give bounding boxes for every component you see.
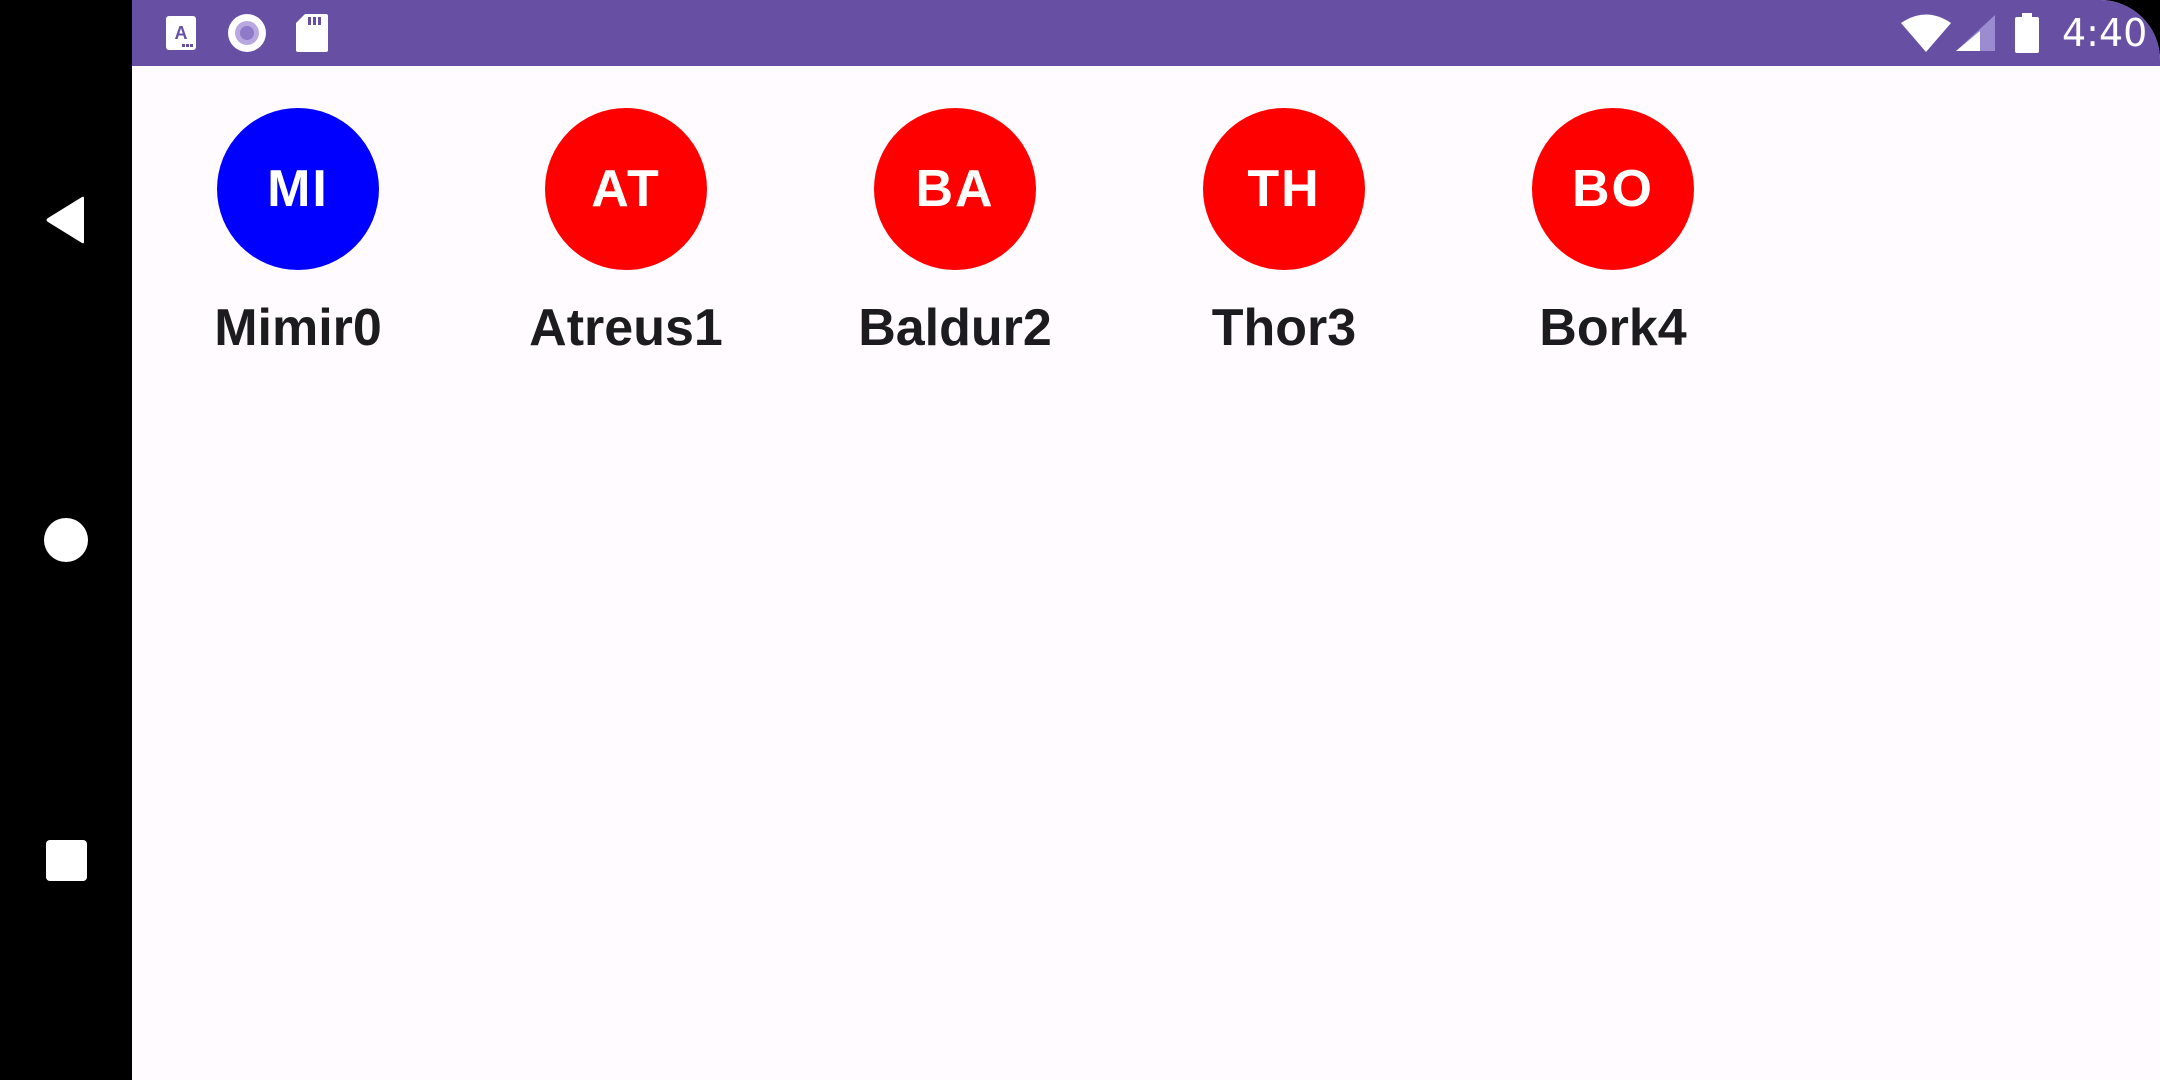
user-item-thor3[interactable]: TH Thor3 [1169,108,1399,368]
avatar: BO [1532,108,1694,270]
battery-icon [2013,13,2041,53]
recents-icon [45,839,87,881]
home-button[interactable] [31,505,101,575]
status-time: 4:40 [2062,11,2148,55]
user-list: MI Mimir0 AT Atreus1 BA Baldur2 TH Thor3… [132,108,2160,368]
device-frame: A 4:40 MI Mimir0 AT Atreus1 BA Baldur2 T… [0,0,2160,1080]
app-screen: A 4:40 MI Mimir0 AT Atreus1 BA Baldur2 T… [132,0,2160,1080]
sd-card-icon [295,14,329,52]
avatar: BA [874,108,1036,270]
user-item-mimir0[interactable]: MI Mimir0 [183,108,413,368]
user-name: Thor3 [1211,299,1357,357]
recents-button[interactable] [31,825,101,895]
svg-text:A: A [175,23,188,43]
user-name: Mimir0 [214,299,382,357]
user-item-baldur2[interactable]: BA Baldur2 [840,108,1070,368]
home-icon [44,518,88,562]
cell-signal-icon [1955,14,1997,52]
status-bar: A 4:40 [132,0,2160,66]
back-icon [46,196,84,244]
avatar: TH [1203,108,1365,270]
avatar: AT [545,108,707,270]
user-name: Bork4 [1539,299,1687,357]
navigation-bar [0,0,132,1080]
user-name: Atreus1 [529,299,723,357]
user-name: Baldur2 [858,299,1052,357]
wifi-icon [1900,14,1952,52]
font-notification-icon: A [165,14,197,52]
circle-notification-icon [226,14,268,52]
user-item-bork4[interactable]: BO Bork4 [1498,108,1728,368]
avatar: MI [217,108,379,270]
user-item-atreus1[interactable]: AT Atreus1 [511,108,741,368]
back-button[interactable] [31,185,101,255]
